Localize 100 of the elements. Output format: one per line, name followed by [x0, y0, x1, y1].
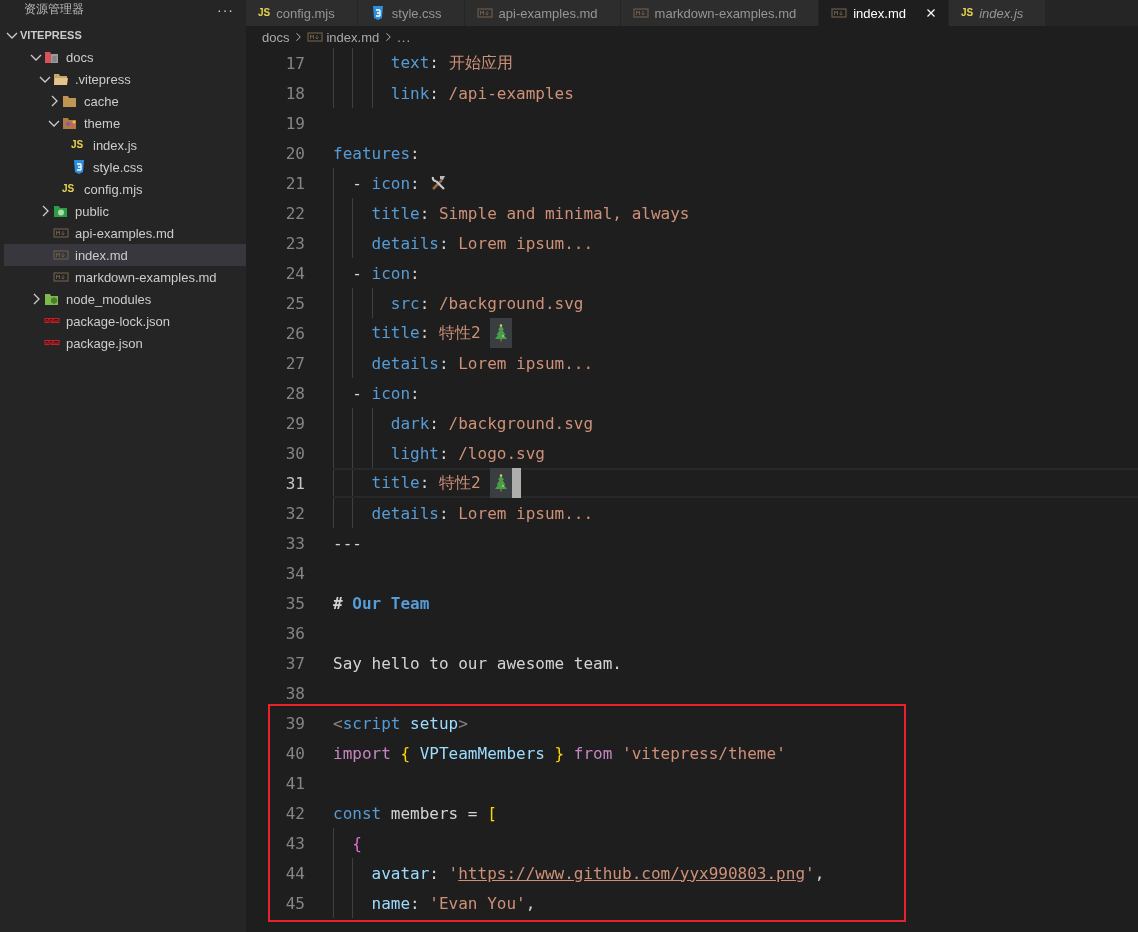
editor-tab[interactable]: JS index.js	[948, 0, 1047, 26]
line-number: 43	[284, 833, 306, 853]
file-tree-item[interactable]: markdown-examples.md	[4, 266, 246, 288]
code-text: light: /logo.svg	[389, 443, 545, 463]
code-text: title: 特性2	[370, 472, 482, 494]
project-root-header[interactable]: VITEPRESS	[0, 24, 246, 46]
christmas-tree-icon	[490, 318, 513, 348]
line-number: 30	[284, 443, 306, 463]
tab-label: api-examples.md	[498, 5, 598, 21]
file-tree-item[interactable]: cache	[4, 90, 246, 112]
code-text: title: 特性2	[370, 322, 482, 344]
js-file-icon: JS	[258, 7, 271, 19]
folder-icon	[62, 115, 78, 131]
line-number: 22	[284, 203, 306, 223]
folder-icon	[53, 71, 69, 87]
code-text: {	[351, 833, 362, 853]
line-number: 21	[284, 173, 306, 193]
file-tree-item[interactable]: package.json	[4, 332, 246, 354]
code-text: const members = [	[333, 803, 497, 823]
file-tree-item[interactable]: public	[4, 200, 246, 222]
line-number: 20	[284, 143, 306, 163]
line-number: 32	[284, 503, 306, 523]
code-text: - icon:	[351, 383, 420, 403]
code-text: link: /api-examples	[389, 83, 574, 103]
line-number: 29	[284, 413, 306, 433]
js-file-icon: JS	[62, 183, 75, 195]
line-number: 27	[284, 353, 306, 373]
code-text: ---	[333, 533, 362, 553]
file-tree-item[interactable]: api-examples.md	[4, 222, 246, 244]
code-text: - icon:	[351, 263, 420, 283]
breadcrumb-item[interactable]: docs	[262, 29, 290, 45]
code-text: Say hello to our awesome team.	[333, 653, 622, 673]
code-text: - icon:	[351, 173, 421, 193]
code-text: import { VPTeamMembers } from 'vitepress/theme'	[333, 743, 786, 763]
more-actions-button[interactable]: ···	[213, 1, 238, 18]
markdown-file-icon	[831, 5, 848, 21]
file-tree-item[interactable]: JS index.js	[4, 134, 246, 156]
line-number: 36	[284, 623, 306, 643]
line-number: 26	[284, 323, 306, 343]
line-number: 37	[284, 653, 306, 673]
code-text: <script setup>	[333, 713, 468, 733]
markdown-file-icon	[476, 5, 493, 21]
code-text: text: 开始应用	[389, 52, 513, 74]
code-text: features:	[333, 143, 420, 163]
line-number: 34	[284, 563, 306, 583]
line-number: 45	[284, 893, 306, 913]
line-number: 28	[284, 383, 306, 403]
line-number: 25	[284, 293, 306, 313]
tab-label: markdown-examples.md	[654, 5, 797, 21]
line-number: 39	[284, 713, 306, 733]
file-tree-item[interactable]: theme	[4, 112, 246, 134]
code-text: avatar: 'https://www.github.com/yyx990803.png',	[370, 863, 825, 883]
folder-icon	[44, 291, 60, 307]
code-text: dark: /background.svg	[389, 413, 594, 433]
line-number: 44	[284, 863, 306, 883]
code-text: src: /background.svg	[389, 293, 584, 313]
line-number: 35	[284, 593, 306, 613]
file-tree-item[interactable]: index.md	[4, 244, 246, 266]
editor-tab[interactable]: index.md	[819, 0, 949, 26]
text-cursor	[512, 468, 522, 498]
js-file-icon: JS	[71, 139, 84, 151]
file-tree-item[interactable]: docs	[4, 46, 246, 68]
file-tree-item[interactable]: style.css	[4, 156, 246, 178]
folder-icon	[53, 203, 69, 219]
folder-icon	[62, 93, 78, 109]
line-number: 41	[284, 773, 306, 793]
file-tree-item[interactable]: node_modules	[4, 288, 246, 310]
markdown-file-icon	[307, 29, 324, 45]
line-number: 23	[284, 233, 306, 253]
line-number: 19	[284, 113, 306, 133]
christmas-tree-icon	[490, 468, 513, 498]
css-file-icon	[71, 159, 87, 175]
line-number: 42	[284, 803, 306, 823]
file-tree-item[interactable]: package-lock.json	[4, 310, 246, 332]
code-text: details: Lorem ipsum...	[370, 233, 594, 253]
line-number: 31	[284, 473, 306, 493]
editor-tab[interactable]: markdown-examples.md	[620, 0, 820, 26]
js-file-icon: JS	[960, 7, 974, 19]
markdown-file-icon	[53, 269, 69, 285]
tab-label: style.css	[391, 5, 442, 21]
breadcrumb-item[interactable]: index.md	[326, 29, 380, 45]
markdown-file-icon	[53, 247, 69, 263]
markdown-file-icon	[632, 5, 649, 21]
line-number: 38	[284, 683, 306, 703]
editor-tab[interactable]: style.css	[357, 0, 465, 26]
breadcrumb-item[interactable]: ...	[397, 29, 412, 45]
code-text: # Our Team	[333, 593, 430, 613]
line-number: 24	[284, 263, 306, 283]
code-text: title: Simple and minimal, always	[370, 203, 690, 223]
line-number: 18	[284, 83, 306, 103]
line-number: 33	[284, 533, 306, 553]
code-text: name: 'Evan You',	[370, 893, 536, 913]
folder-icon	[44, 49, 60, 65]
tab-label: index.js	[979, 5, 1024, 21]
code-text: details: Lorem ipsum...	[370, 503, 594, 523]
editor-tab[interactable]: JS config.mjs	[246, 0, 358, 26]
file-tree-item[interactable]: JS config.mjs	[4, 178, 246, 200]
line-number: 40	[284, 743, 306, 763]
editor-tab[interactable]: api-examples.md	[464, 0, 621, 26]
file-tree-item[interactable]: .vitepress	[4, 68, 246, 90]
